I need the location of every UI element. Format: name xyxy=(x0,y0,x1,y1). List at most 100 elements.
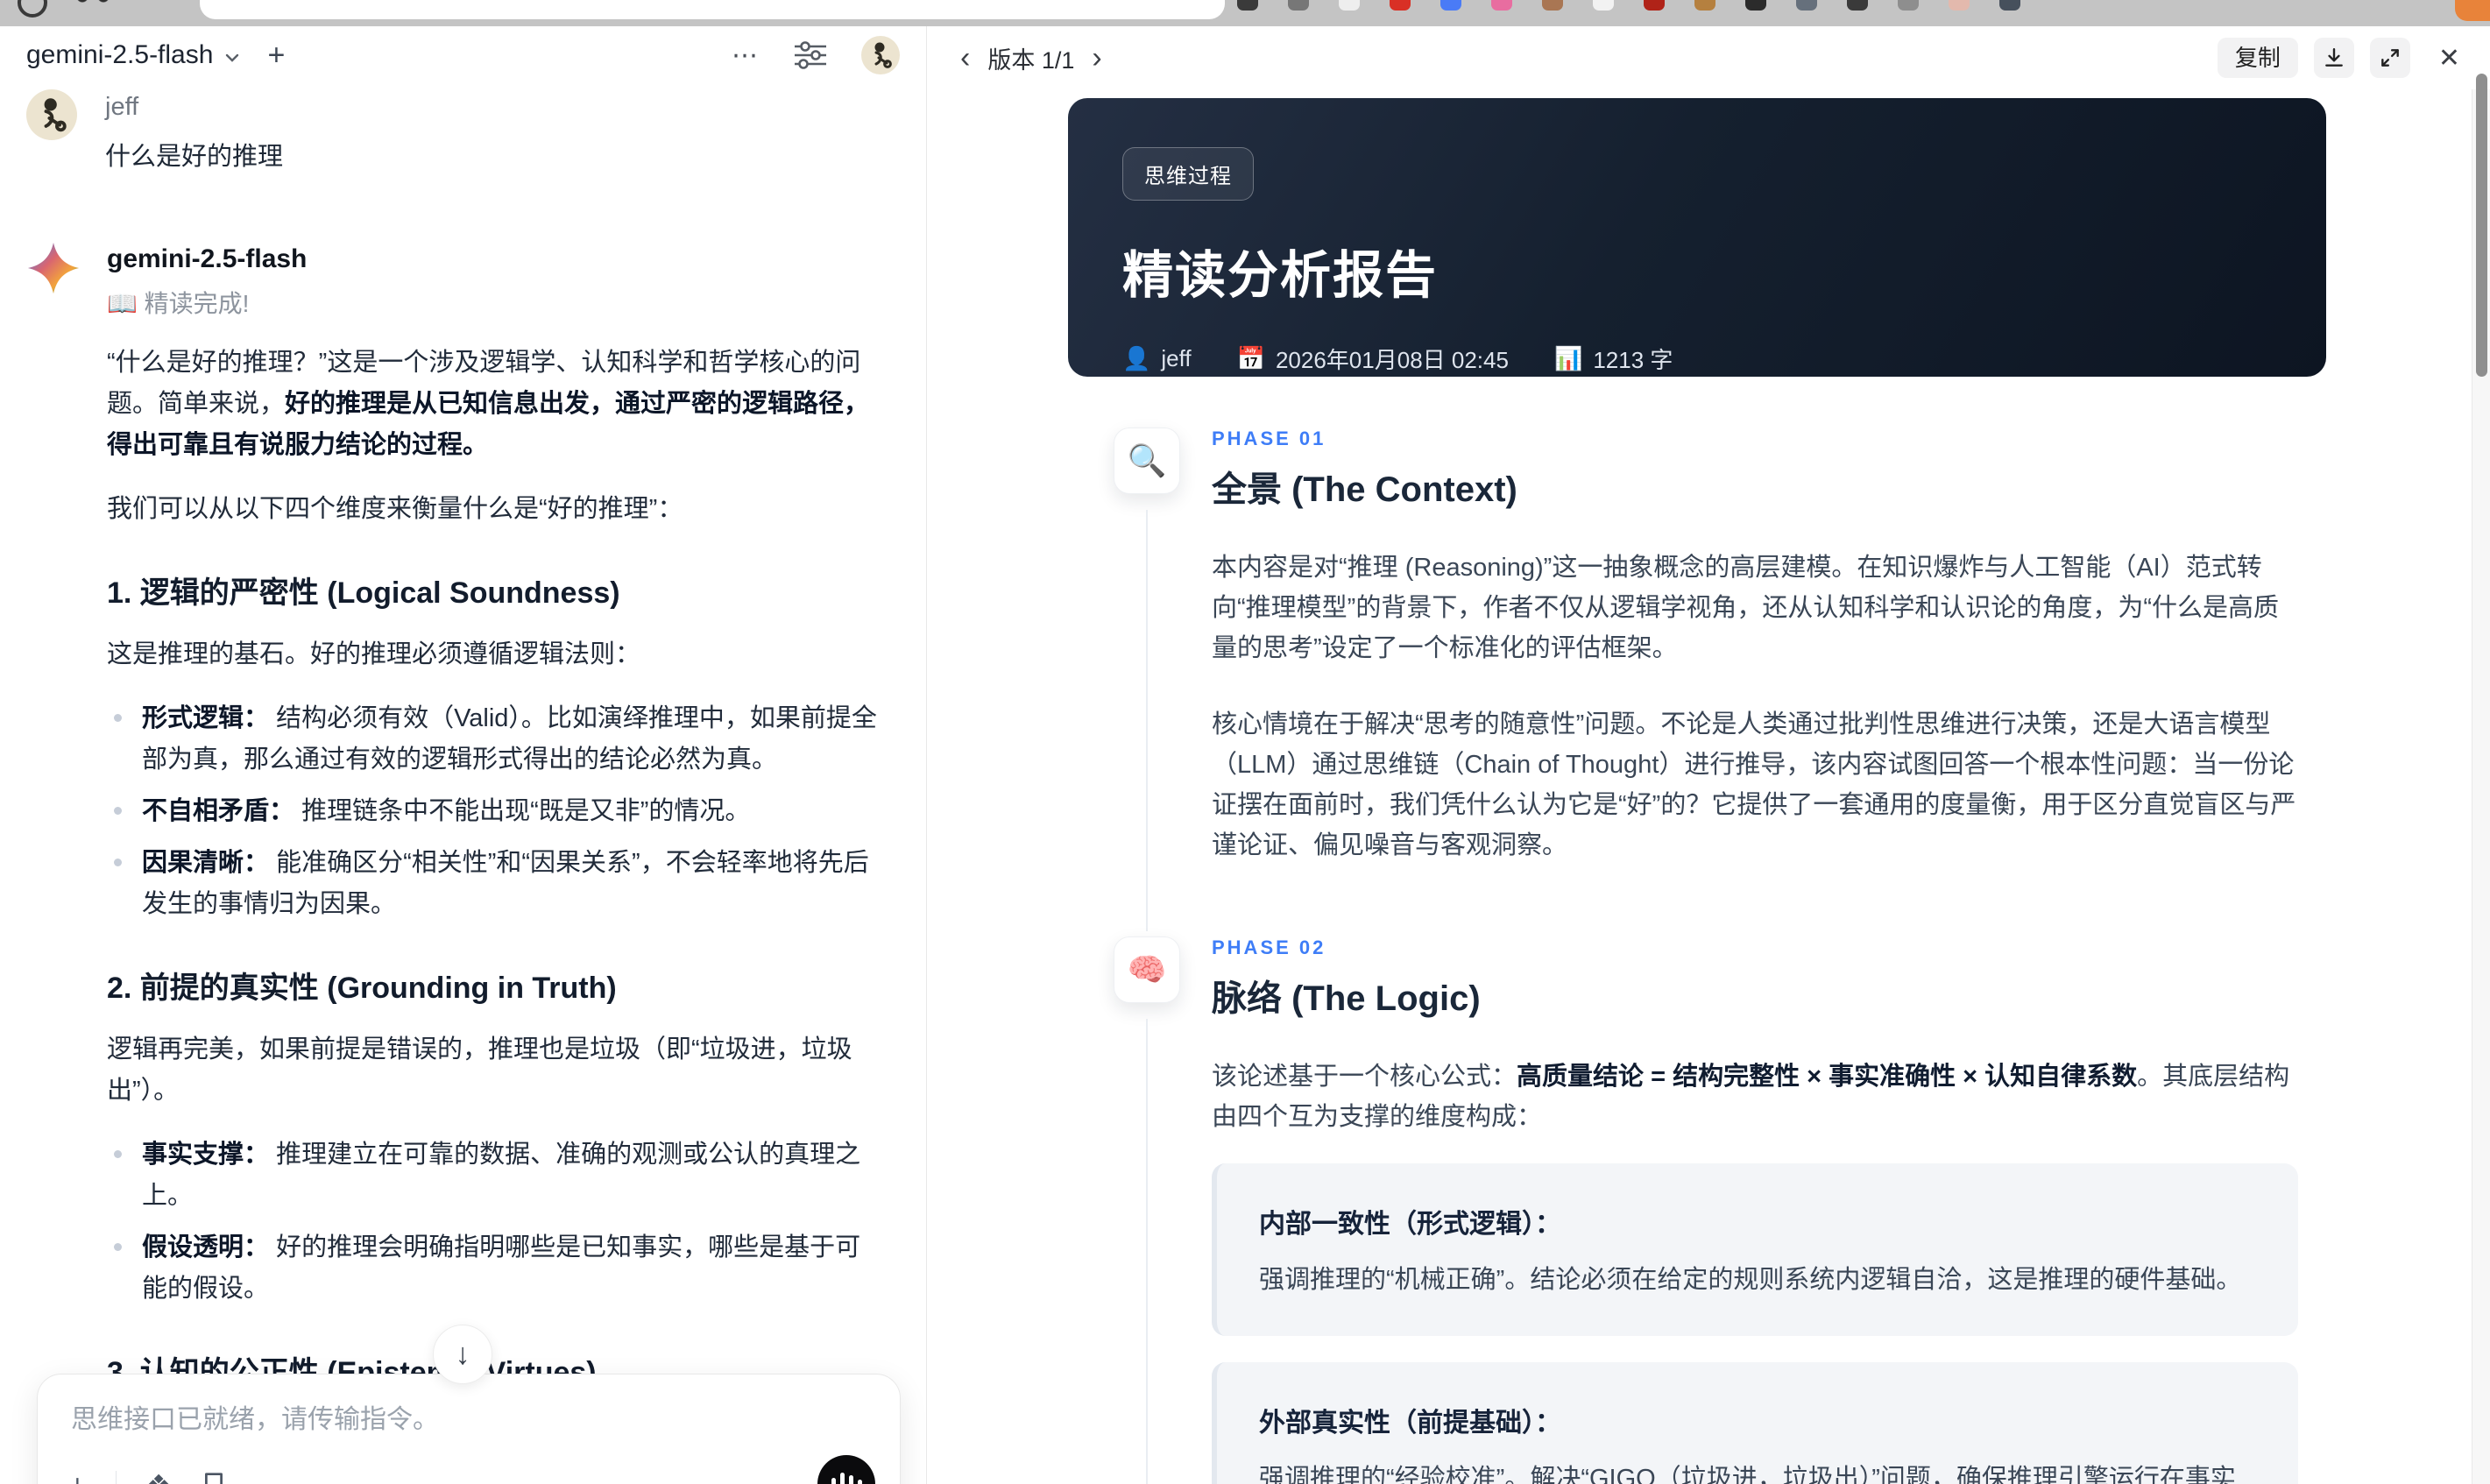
browser-extension-icon xyxy=(1796,0,1817,11)
chat-panel: gemini-2.5-flash + ⋯ jeff 什么是好的推理 gemini… xyxy=(0,26,927,1484)
phase-icon-column: 🔍 xyxy=(1114,428,1180,931)
browser-extension-icon xyxy=(1237,0,1258,11)
meta-text: jeff xyxy=(1161,345,1192,371)
version-label: 版本 1/1 xyxy=(987,46,1075,74)
sparkle-tools-button[interactable]: ❖ xyxy=(146,1471,172,1484)
assistant-section-heading: 2. 前提的真实性 (Grounding in Truth) xyxy=(107,971,617,1005)
assistant-message-body: “什么是好的推理？”这是一个涉及逻辑学、认知科学和哲学核心的问题。简单来说，好的… xyxy=(107,343,882,1484)
phase-paragraph: 本内容是对“推理 (Reasoning)”这一抽象概念的高层建模。在知识爆炸与人… xyxy=(1212,554,2279,662)
model-selector[interactable]: gemini-2.5-flash xyxy=(26,40,241,70)
new-chat-button[interactable]: + xyxy=(267,40,285,70)
browser-extension-icon xyxy=(1491,0,1512,11)
attach-plus-button[interactable]: + xyxy=(69,1471,86,1484)
bullet-label: 形式逻辑： xyxy=(142,703,270,732)
browser-extension-icon xyxy=(1644,0,1665,11)
scroll-to-bottom-button[interactable]: ↓ xyxy=(433,1325,492,1384)
scrollbar-thumb[interactable] xyxy=(2476,74,2487,377)
bullet-label: 不自相矛盾： xyxy=(142,796,295,825)
assistant-bullet-list: 形式逻辑： 结构必须有效（Valid）。比如演绎推理中，如果前提全部为真，那么通… xyxy=(107,698,882,925)
browser-extension-icon xyxy=(1694,0,1715,11)
assistant-paragraph: 这是推理的基石。好的推理必须遵循逻辑法则： xyxy=(107,640,641,668)
phase-list: 🔍 PHASE 01 全景 (The Context) 本内容是对“推理 (Reaso… xyxy=(1114,428,2358,1484)
chat-message-list: jeff 什么是好的推理 gemini-2.5-flash 📖 精读完成! “什… xyxy=(0,84,926,1484)
report-meta-item: 📊 1213 字 xyxy=(1554,343,1673,375)
bullet-label: 假设透明： xyxy=(142,1233,270,1261)
timeline-connector xyxy=(1146,510,1148,931)
close-preview-button[interactable]: ✕ xyxy=(2431,39,2467,77)
browser-extension-icon xyxy=(1339,0,1360,11)
chat-header: gemini-2.5-flash + ⋯ xyxy=(0,26,926,84)
download-icon xyxy=(2325,48,2343,67)
assistant-message: gemini-2.5-flash 📖 精读完成! “什么是好的推理？”这是一个涉… xyxy=(26,241,900,1484)
phase-section: 🔍 PHASE 01 全景 (The Context) 本内容是对“推理 (Reaso… xyxy=(1114,428,2358,931)
expand-icon xyxy=(2381,49,2399,67)
meta-text: 2026年01月08日 02:45 xyxy=(1275,347,1509,373)
assistant-section-heading: 1. 逻辑的严密性 (Logical Soundness) xyxy=(107,576,620,610)
gemini-logo-icon xyxy=(26,242,81,299)
brain-icon: 🧠 xyxy=(1114,936,1180,1003)
phase-title: 脉络 (The Logic) xyxy=(1212,979,1481,1018)
list-item: 事实支撑： 推理建立在可靠的数据、准确的观测或公认的真理之上。 xyxy=(107,1134,882,1217)
more-options-button[interactable]: ⋯ xyxy=(732,40,760,71)
user-message: jeff 什么是好的推理 xyxy=(26,89,900,173)
version-navigation: ‹ 版本 1/1 › xyxy=(957,41,1106,75)
list-item: 形式逻辑： 结构必须有效（Valid）。比如演绎推理中，如果前提全部为真，那么通… xyxy=(107,698,882,781)
dimension-card-title: 内部一致性（形式逻辑）： xyxy=(1259,1210,1561,1240)
list-item: 假设透明： 好的推理会明确指明哪些是已知事实，哪些是基于可能的假设。 xyxy=(107,1227,882,1310)
browser-extension-icon xyxy=(1288,0,1309,11)
browser-extension-icon xyxy=(1898,0,1919,11)
expand-button[interactable] xyxy=(2369,38,2410,78)
browser-address-bar[interactable] xyxy=(200,0,1225,19)
dimension-card: 外部真实性（前提基础）： 强调推理的“经验校准”。解决“GIGO（垃圾进，垃圾出）… xyxy=(1212,1361,2298,1484)
phase-paragraph: 核心情境在于解决“思考的随意性”问题。不论是人类通过批判性思维进行决策，还是大语… xyxy=(1212,710,2296,859)
settings-sliders-icon[interactable] xyxy=(793,40,828,70)
voice-input-button[interactable] xyxy=(817,1455,875,1484)
arrow-down-icon: ↓ xyxy=(455,1337,470,1371)
user-avatar xyxy=(26,89,77,140)
browser-extension-icon xyxy=(1949,0,1970,11)
browser-extension-icon xyxy=(1745,0,1766,11)
copy-button[interactable]: 复制 xyxy=(2217,38,2298,78)
assistant-bullet-list: 事实支撑： 推理建立在可靠的数据、准确的观测或公认的真理之上。 假设透明： 好的推… xyxy=(107,1134,882,1310)
browser-extension-icon xyxy=(1390,0,1411,11)
browser-extensions-row xyxy=(1237,0,2020,11)
dimension-card: 内部一致性（形式逻辑）： 强调推理的“机械正确”。结论必须在给定的规则系统内逻辑自… xyxy=(1212,1163,2298,1336)
assistant-paragraph: 我们可以从以下四个维度来衡量什么是“好的推理”： xyxy=(107,494,683,523)
bookmark-button[interactable] xyxy=(201,1471,227,1484)
browser-apps-icon xyxy=(77,0,112,9)
dimension-card-body: 强调推理的“机械正确”。结论必须在给定的规则系统内逻辑自洽，这是推理的硬件基础。 xyxy=(1259,1266,2242,1295)
browser-extension-icon xyxy=(1999,0,2020,11)
magnifier-icon: 🔍 xyxy=(1114,428,1180,494)
meta-text: 1213 字 xyxy=(1593,347,1673,373)
phase-label: PHASE 01 xyxy=(1212,428,1326,449)
assistant-name: gemini-2.5-flash xyxy=(107,244,308,273)
composer-divider xyxy=(115,1471,117,1484)
browser-extension-icon xyxy=(1593,0,1614,11)
bullet-label: 事实支撑： xyxy=(142,1140,270,1169)
phase-title: 全景 (The Context) xyxy=(1212,470,1517,509)
assistant-status: 📖 精读完成! xyxy=(107,290,250,317)
assistant-paragraph: “什么是好的推理？”这是一个涉及逻辑学、认知科学和哲学核心的问题。简单来说，好的… xyxy=(107,349,870,459)
user-avatar[interactable] xyxy=(861,36,900,74)
report-preview-panel: ‹ 版本 1/1 › 复制 ✕ 思维过程 精读分析报告 👤jeff📅202 xyxy=(927,26,2490,1484)
composer: + ❖ xyxy=(37,1374,901,1484)
report-title: 精读分析报告 xyxy=(1122,247,1439,304)
list-item: 不自相矛盾： 推理链条中不能出现“既是又非”的情况。 xyxy=(107,791,882,832)
phase-paragraph: 该论述基于一个核心公式：高质量结论 = 结构完整性 × 事实准确性 × 认知自律… xyxy=(1212,1062,2290,1131)
version-next-button[interactable]: › xyxy=(1088,43,1105,73)
book-icon: 📖 xyxy=(107,290,138,317)
download-button[interactable] xyxy=(2313,38,2354,78)
timeline-connector xyxy=(1146,1018,1148,1484)
user-name: jeff xyxy=(105,93,139,121)
assistant-paragraph: 逻辑再完美，如果前提是错误的，推理也是垃圾（即“垃圾进，垃圾出”）。 xyxy=(107,1035,852,1105)
report-badge: 思维过程 xyxy=(1122,147,1254,201)
preview-content: 思维过程 精读分析报告 👤 jeff 📅 2026年01月08日 02:45 📊 1213… xyxy=(927,89,2472,1484)
list-item: 因果清晰： 能准确区分“相关性”和“因果关系”，不会轻率地将先后发生的事情归为因… xyxy=(107,843,882,925)
report-meta-item: 👤 jeff xyxy=(1122,345,1192,372)
report-meta-item: 📅 2026年01月08日 02:45 xyxy=(1237,343,1509,375)
word-count-icon: 📊 xyxy=(1553,345,1583,371)
version-prev-button[interactable]: ‹ xyxy=(957,43,973,73)
dimension-card-body: 强调推理的“经验校准”。解决“GIGO（垃圾进，垃圾出）”问题，确保推理引擎运行… xyxy=(1259,1464,2236,1484)
chat-input[interactable] xyxy=(69,1404,792,1436)
dimension-card-title: 外部真实性（前提基础）： xyxy=(1259,1408,1561,1438)
